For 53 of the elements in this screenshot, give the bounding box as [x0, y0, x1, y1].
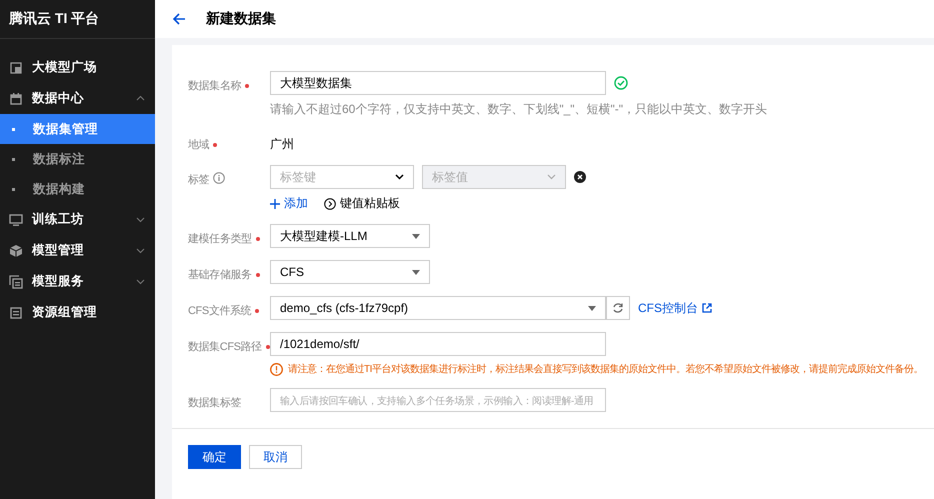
field-label: 地域 [188, 138, 210, 152]
select-field[interactable]: CFS [270, 260, 430, 284]
sidebar-item[interactable]: 数据中心 [0, 83, 155, 114]
select-field[interactable]: 大模型建模-LLM [270, 224, 430, 248]
warning-icon [270, 362, 283, 376]
text-field[interactable]: /1021demo/sft/ [270, 332, 606, 356]
sidebar-item[interactable]: 大模型广场 [0, 52, 155, 83]
caret-icon [412, 270, 420, 274]
calendar-icon [9, 92, 23, 106]
field-label: CFS文件系统 [188, 304, 252, 318]
sidebar-item[interactable]: 模型管理 [0, 235, 155, 266]
cube-icon [9, 244, 23, 258]
sidebar-item[interactable]: 训练工坊 [0, 204, 155, 235]
field-label: 基础存储服务 [188, 268, 252, 282]
paste-link[interactable]: 键值粘贴板 [324, 195, 400, 212]
field-value: 广州 [270, 136, 294, 153]
hint-text: 请输入不超过60个字符，仅支持中英文、数字、下划线"_"、短横"-"，只能以中英文、数字开头 [270, 101, 768, 118]
warning-text: 请注意：在您通过TI平台对该数据集进行标注时，标注结果会直接写到该数据集的原始文件中。若您不希望原始文件被修改，请提前完成原始文件备份。 [288, 362, 923, 376]
sidebar-item[interactable]: 模型服务 [0, 266, 155, 297]
sidebar-subitem[interactable]: 数据集管理 [0, 114, 155, 144]
sidebar-subitem[interactable]: 数据标注 [0, 144, 155, 174]
monitor-icon [9, 212, 23, 226]
gallery-icon [9, 60, 23, 74]
confirm-button[interactable]: 确定 [188, 445, 241, 469]
text-field[interactable]: 大模型数据集 [270, 71, 606, 95]
sidebar-subitem[interactable]: 数据构建 [0, 174, 155, 204]
page-title: 新建数据集 [206, 10, 276, 28]
cancel-button[interactable]: 取消 [249, 445, 302, 469]
remove-icon[interactable] [574, 171, 586, 183]
chevron-icon [547, 174, 556, 180]
field-label: 建模任务类型 [188, 232, 252, 246]
document-icon [9, 306, 23, 320]
layers-icon [9, 274, 23, 288]
back-icon[interactable] [172, 12, 186, 26]
brand-title: 腾讯云 TI 平台 [9, 10, 100, 28]
refresh-icon [612, 302, 624, 314]
chevron-icon [395, 174, 404, 180]
info-icon [213, 172, 226, 184]
caret-icon [588, 306, 596, 310]
plus-icon [270, 198, 280, 208]
sidebar-item[interactable]: 资源组管理 [0, 297, 155, 328]
caret-icon [412, 234, 420, 238]
text-field[interactable]: 输入后请按回车确认，支持输入多个任务场景，示例输入：阅读理解-通用 [270, 388, 606, 412]
field-label: 数据集标签 [188, 396, 242, 410]
add-link[interactable]: 添加 [270, 195, 308, 212]
field-label: 数据集CFS路径 [188, 340, 262, 354]
select-field[interactable]: demo_cfs (cfs-1fz79cpf) [270, 296, 606, 320]
field-label: 标签 [188, 173, 210, 187]
refresh-button[interactable] [606, 296, 630, 320]
console-link[interactable]: CFS控制台 [638, 300, 712, 316]
chevron-circle-icon [324, 198, 336, 210]
external-link-icon [702, 303, 712, 313]
field-label: 数据集名称 [188, 79, 242, 93]
